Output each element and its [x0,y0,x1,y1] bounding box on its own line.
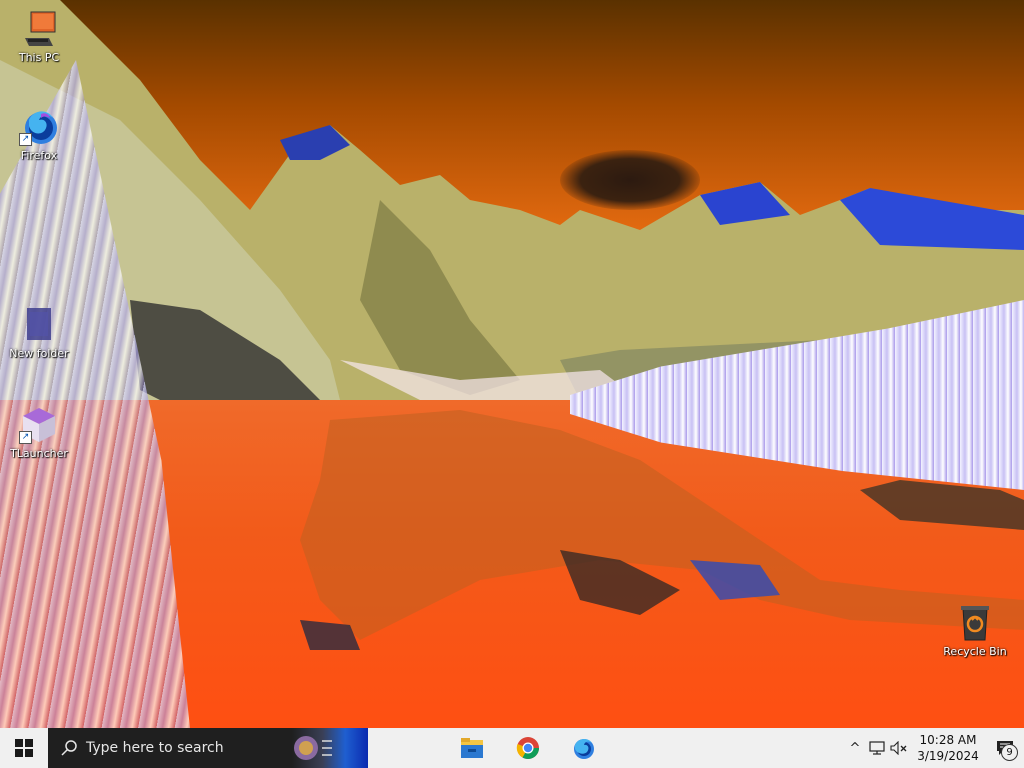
computer-icon [19,8,59,48]
network-icon[interactable] [866,728,888,768]
tlauncher-icon: ↗ [19,404,59,444]
notification-count-badge: 9 [1001,744,1018,761]
desktop-icon-recycle-bin[interactable]: Recycle Bin [936,602,1014,658]
desktop: This PC ↗ Firefox New folder ↗ TLauncher… [0,0,1024,768]
action-center-button[interactable]: 9 [986,728,1024,768]
start-button[interactable] [0,728,48,768]
clock-time: 10:28 AM [919,733,977,747]
pinned-apps [448,728,608,768]
taskbar-file-explorer[interactable] [448,728,496,768]
desktop-icon-new-folder[interactable]: New folder [0,304,78,360]
chrome-icon [516,737,539,759]
search-icon [61,740,77,756]
clock-date: 3/19/2024 [917,749,979,763]
search-highlight-image [292,728,368,768]
search-box[interactable]: Type here to search [48,728,368,768]
icon-label-firefox: Firefox [20,149,58,162]
folder-icon [19,304,59,344]
chevron-up-icon: ^ [849,740,861,756]
desktop-icon-firefox[interactable]: ↗ Firefox [0,106,78,162]
desktop-icon-tlauncher[interactable]: ↗ TLauncher [0,404,78,460]
taskbar-firefox[interactable] [560,728,608,768]
volume-muted-icon[interactable] [888,728,910,768]
shortcut-arrow-icon: ↗ [19,431,32,444]
clock[interactable]: 10:28 AM 3/19/2024 [910,732,986,764]
icon-label-this-pc: This PC [18,51,60,64]
icon-label-new-folder: New folder [9,347,69,360]
show-hidden-icons-button[interactable]: ^ [844,728,866,768]
system-tray: ^ 10:28 AM 3/19/2024 9 [844,728,1024,768]
firefox-icon [574,739,594,759]
taskbar: Type here to search ^ 10:28 AM 3/19/2024… [0,728,1024,768]
shortcut-arrow-icon: ↗ [19,133,32,146]
taskbar-chrome[interactable] [504,728,552,768]
file-explorer-icon [461,738,483,758]
icon-label-tlauncher: TLauncher [10,447,68,460]
firefox-icon: ↗ [19,106,59,146]
icon-label-recycle-bin: Recycle Bin [943,645,1007,658]
windows-logo-icon [15,739,33,757]
recycle-bin-icon [955,602,995,642]
desktop-icon-this-pc[interactable]: This PC [0,8,78,64]
wallpaper [0,0,1024,728]
